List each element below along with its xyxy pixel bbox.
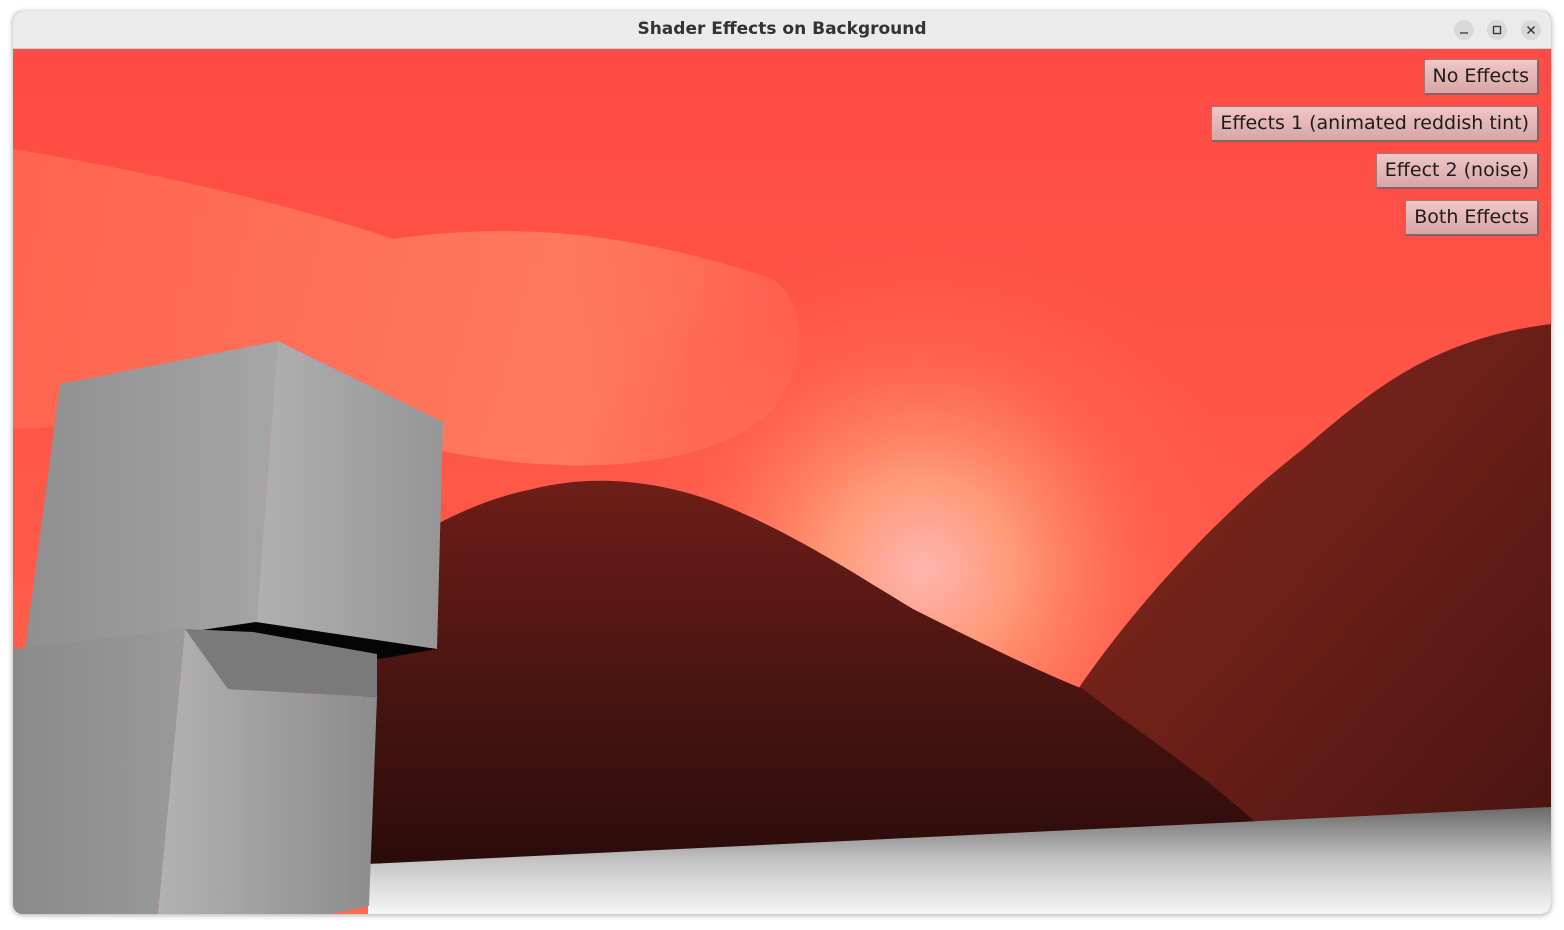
no-effects-button[interactable]: No Effects xyxy=(1423,59,1539,95)
title-bar: Shader Effects on Background xyxy=(13,11,1551,49)
close-button[interactable] xyxy=(1521,20,1541,40)
maximize-button[interactable] xyxy=(1487,20,1507,40)
effect-2-button[interactable]: Effect 2 (noise) xyxy=(1375,153,1539,189)
close-icon xyxy=(1527,26,1535,34)
both-effects-button[interactable]: Both Effects xyxy=(1405,200,1539,236)
scene-canvas xyxy=(13,49,1551,914)
cube-lower-left-face xyxy=(13,629,185,914)
minimize-icon xyxy=(1460,32,1468,34)
cube-upper-left-face xyxy=(25,341,278,649)
minimize-button[interactable] xyxy=(1454,20,1474,40)
window-title: Shader Effects on Background xyxy=(637,19,927,39)
render-viewport[interactable]: No Effects Effects 1 (animated reddish t… xyxy=(13,49,1551,914)
maximize-icon xyxy=(1492,25,1502,35)
effects-1-button[interactable]: Effects 1 (animated reddish tint) xyxy=(1211,106,1539,142)
app-window: Shader Effects on Background No Effects … xyxy=(13,11,1551,914)
